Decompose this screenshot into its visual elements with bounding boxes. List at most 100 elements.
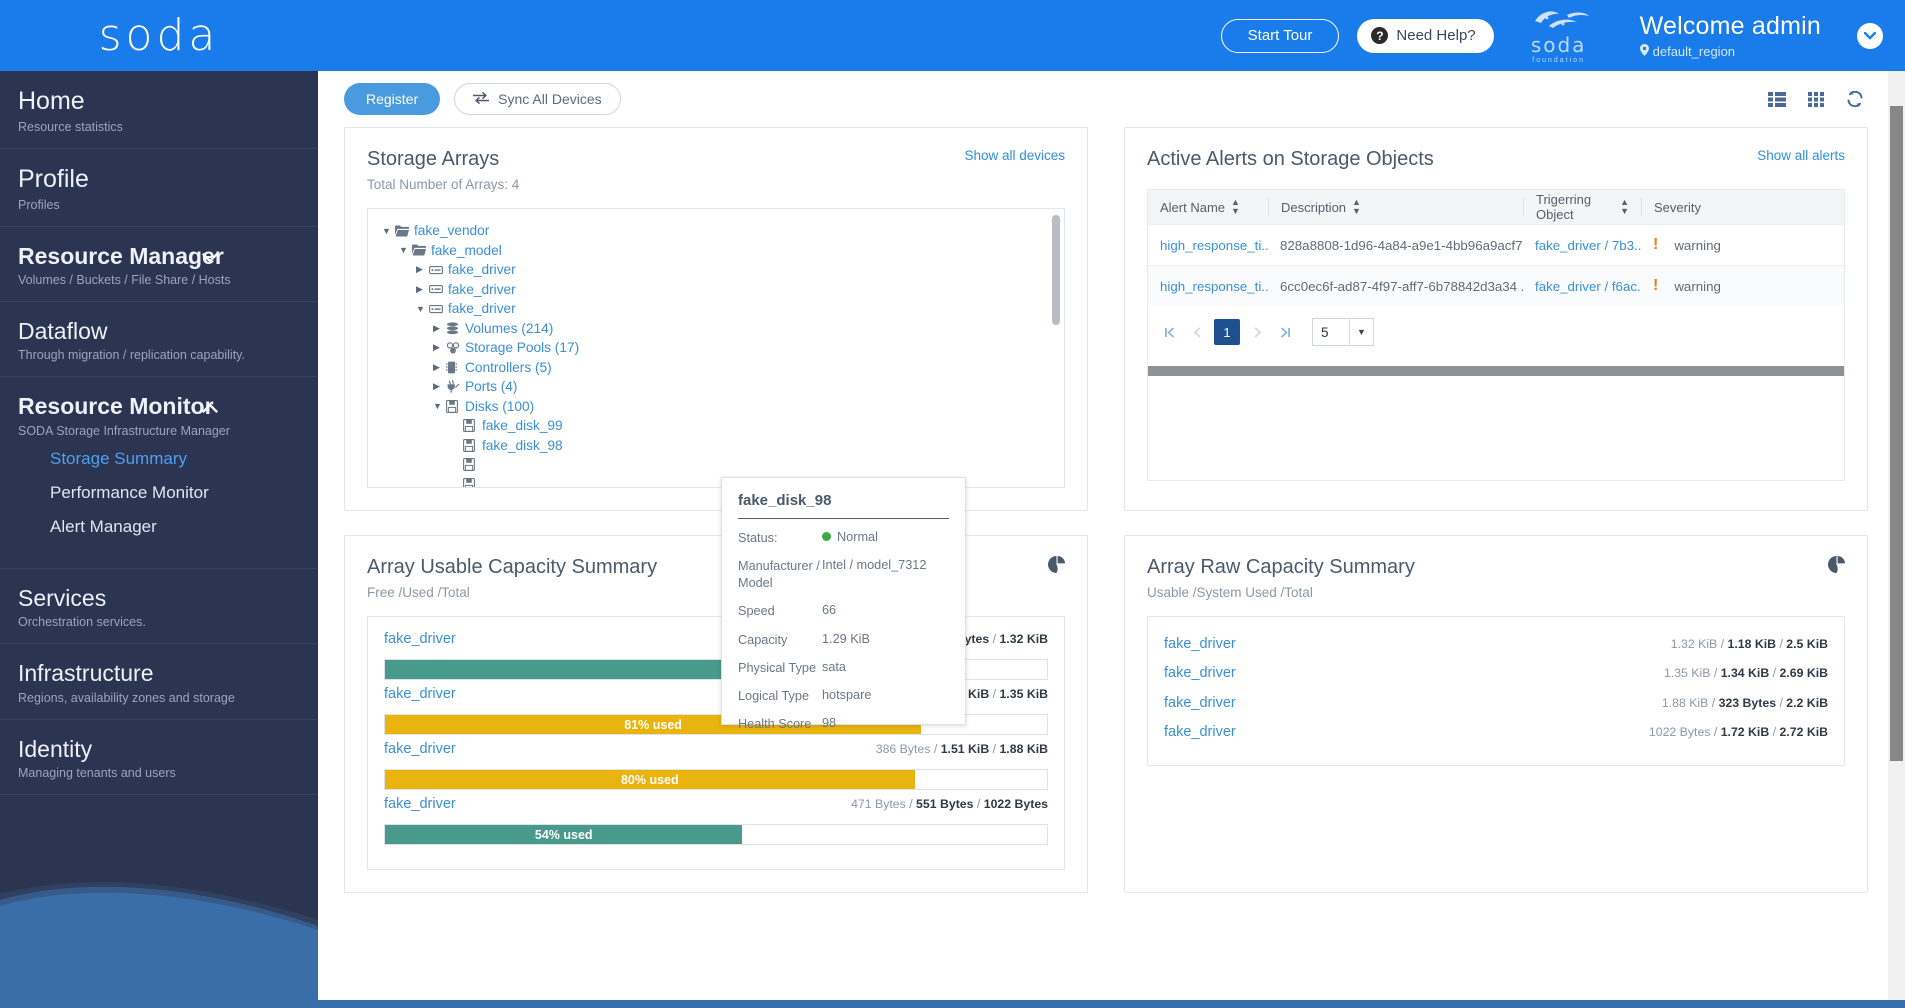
- soda-logo[interactable]: soda: [0, 10, 318, 61]
- array-name-link[interactable]: fake_driver: [384, 686, 456, 702]
- tree-node[interactable]: [382, 455, 1064, 475]
- sidebar-item-storage-summary[interactable]: Storage Summary: [18, 442, 318, 476]
- sort-icon[interactable]: ▲ ▼: [1620, 198, 1629, 216]
- table-row[interactable]: high_response_ti... 828a8808-1d96-4a84-a9…: [1148, 224, 1844, 265]
- alert-object-cell[interactable]: fake_driver / f6ac...: [1523, 279, 1641, 294]
- tree-node-label[interactable]: Storage Pools (17): [465, 340, 579, 355]
- pie-chart-icon[interactable]: [1828, 556, 1845, 573]
- tree-node[interactable]: ▶ fake_driver: [382, 260, 1064, 280]
- page-scrollbar[interactable]: [1888, 71, 1905, 1008]
- column-header-description[interactable]: Description ▲ ▼: [1268, 198, 1523, 216]
- pager-prev-button[interactable]: [1186, 320, 1208, 344]
- column-header-severity[interactable]: Severity: [1641, 198, 1746, 216]
- tree-node-label[interactable]: fake_driver: [448, 262, 516, 277]
- sidebar-item-home[interactable]: Home Resource statistics: [0, 71, 318, 149]
- show-all-alerts-link[interactable]: Show all alerts: [1757, 148, 1845, 163]
- tree-node[interactable]: ▶ Ports (4): [382, 377, 1064, 397]
- twisty-collapsed-icon[interactable]: ▶: [433, 381, 446, 392]
- twisty-collapsed-icon[interactable]: ▶: [433, 323, 446, 334]
- sort-icon[interactable]: ▲ ▼: [1231, 198, 1240, 216]
- tree-node[interactable]: ▶ fake_driver: [382, 280, 1064, 300]
- tree-node[interactable]: ▼ Disks (100): [382, 397, 1064, 417]
- twisty-expanded-icon[interactable]: ▼: [382, 226, 395, 236]
- tree-node[interactable]: ▼ fake_vendor: [382, 221, 1064, 241]
- user-menu-chevron-down-icon[interactable]: [1857, 22, 1883, 49]
- sidebar-item-infrastructure[interactable]: Infrastructure Regions, availability zon…: [0, 644, 318, 720]
- twisty-expanded-icon[interactable]: ▼: [399, 245, 412, 255]
- page-size-select[interactable]: 5 ▼: [1312, 318, 1374, 346]
- need-help-button[interactable]: ? Need Help?: [1357, 18, 1494, 53]
- pie-chart-icon[interactable]: [1048, 556, 1065, 573]
- tree-node[interactable]: ▶ Volumes (214): [382, 319, 1064, 339]
- twisty-collapsed-icon[interactable]: ▶: [433, 362, 446, 373]
- pager-first-button[interactable]: [1158, 320, 1180, 344]
- tree-node-label[interactable]: Ports (4): [465, 379, 517, 394]
- tree-node[interactable]: ▶ Controllers (5): [382, 358, 1064, 378]
- total-value: 2.69 KiB: [1779, 666, 1828, 681]
- tree-node[interactable]: fake_disk_98: [382, 436, 1064, 456]
- pager-last-button[interactable]: [1274, 320, 1296, 344]
- show-all-devices-link[interactable]: Show all devices: [964, 148, 1065, 163]
- sidebar-item-profile[interactable]: Profile Profiles: [0, 149, 318, 227]
- table-row[interactable]: high_response_ti... 6cc0ec6f-ad87-4f97-af…: [1148, 265, 1844, 306]
- tree-node[interactable]: ▶ Storage Pools (17): [382, 338, 1064, 358]
- array-name-link[interactable]: fake_driver: [384, 796, 456, 812]
- alert-name-cell[interactable]: high_response_ti...: [1148, 238, 1268, 253]
- chevron-up-icon[interactable]: [202, 400, 218, 417]
- page-scrollbar-thumb[interactable]: [1890, 106, 1903, 761]
- sidebar-item-alert-manager[interactable]: Alert Manager: [18, 510, 318, 544]
- sidebar-item-resource-manager[interactable]: Resource Manager Volumes / Buckets / Fil…: [0, 227, 318, 302]
- popover-rows: Status: Normal Manufacturer / Model Intel /…: [738, 530, 949, 733]
- system-used-value: 1.72 KiB: [1720, 725, 1770, 740]
- tree-node-label[interactable]: fake_vendor: [414, 223, 489, 238]
- tree-node-label[interactable]: fake_disk_98: [482, 438, 563, 453]
- twisty-expanded-icon[interactable]: ▼: [416, 304, 429, 314]
- register-button[interactable]: Register: [344, 83, 441, 115]
- array-name-link[interactable]: fake_driver: [1164, 695, 1236, 711]
- tree-node[interactable]: ▼ fake_model: [382, 241, 1064, 261]
- column-header-alert-name[interactable]: Alert Name ▲ ▼: [1148, 198, 1268, 216]
- start-tour-button[interactable]: Start Tour: [1220, 18, 1340, 53]
- pager-next-button[interactable]: [1246, 320, 1268, 344]
- grid-view-icon[interactable]: [1808, 91, 1824, 107]
- disk-icon: [463, 438, 482, 452]
- tree-node-label[interactable]: fake_model: [431, 243, 502, 258]
- twisty-collapsed-icon[interactable]: ▶: [433, 342, 446, 353]
- tree-node-label[interactable]: Volumes (214): [465, 321, 553, 336]
- array-name-link[interactable]: fake_driver: [384, 631, 456, 647]
- tree-node-label[interactable]: Controllers (5): [465, 360, 552, 375]
- tree-node-label[interactable]: Disks (100): [465, 399, 534, 414]
- array-name-link[interactable]: fake_driver: [1164, 724, 1236, 740]
- alert-object-cell[interactable]: fake_driver / 7b3...: [1523, 238, 1641, 253]
- refresh-icon[interactable]: [1846, 90, 1864, 108]
- chevron-down-icon[interactable]: ▼: [1349, 319, 1373, 345]
- chevron-down-icon[interactable]: [202, 250, 218, 267]
- pager-page-1[interactable]: 1: [1214, 319, 1240, 345]
- sidebar-item-identity[interactable]: Identity Managing tenants and users: [0, 720, 318, 796]
- tree-node-label[interactable]: fake_driver: [448, 282, 516, 297]
- alert-name-cell[interactable]: high_response_ti...: [1148, 279, 1268, 294]
- sidebar-item-dataflow[interactable]: Dataflow Through migration / replication…: [0, 302, 318, 378]
- array-name-link[interactable]: fake_driver: [1164, 636, 1236, 652]
- sidebar-item-performance-monitor[interactable]: Performance Monitor: [18, 476, 318, 510]
- twisty-expanded-icon[interactable]: ▼: [433, 401, 446, 411]
- ports-icon: [446, 380, 465, 393]
- welcome-user-label: Welcome admin: [1639, 12, 1821, 40]
- column-header-trigerring-object[interactable]: Trigerring Object ▲ ▼: [1523, 192, 1641, 222]
- twisty-collapsed-icon[interactable]: ▶: [416, 264, 429, 275]
- twisty-collapsed-icon[interactable]: ▶: [416, 284, 429, 295]
- list-view-icon[interactable]: [1768, 91, 1786, 107]
- alerts-horizontal-scrollbar[interactable]: [1148, 366, 1844, 376]
- tree-node-label[interactable]: fake_disk_99: [482, 418, 563, 433]
- storage-arrays-card: Storage Arrays Total Number of Arrays: 4…: [344, 127, 1088, 511]
- sidebar-item-resource-monitor[interactable]: Resource Monitor SODA Storage Infrastruc…: [0, 377, 318, 569]
- array-name-link[interactable]: fake_driver: [1164, 665, 1236, 681]
- tree-node-label[interactable]: fake_driver: [448, 301, 516, 316]
- sort-icon[interactable]: ▲ ▼: [1352, 198, 1361, 216]
- sync-all-devices-button[interactable]: Sync All Devices: [454, 83, 621, 115]
- tree-node[interactable]: ▼ fake_driver: [382, 299, 1064, 319]
- array-name-link[interactable]: fake_driver: [384, 741, 456, 757]
- tree-scrollbar[interactable]: [1052, 215, 1060, 325]
- tree-node[interactable]: fake_disk_99: [382, 416, 1064, 436]
- sidebar-item-services[interactable]: Services Orchestration services.: [0, 569, 318, 645]
